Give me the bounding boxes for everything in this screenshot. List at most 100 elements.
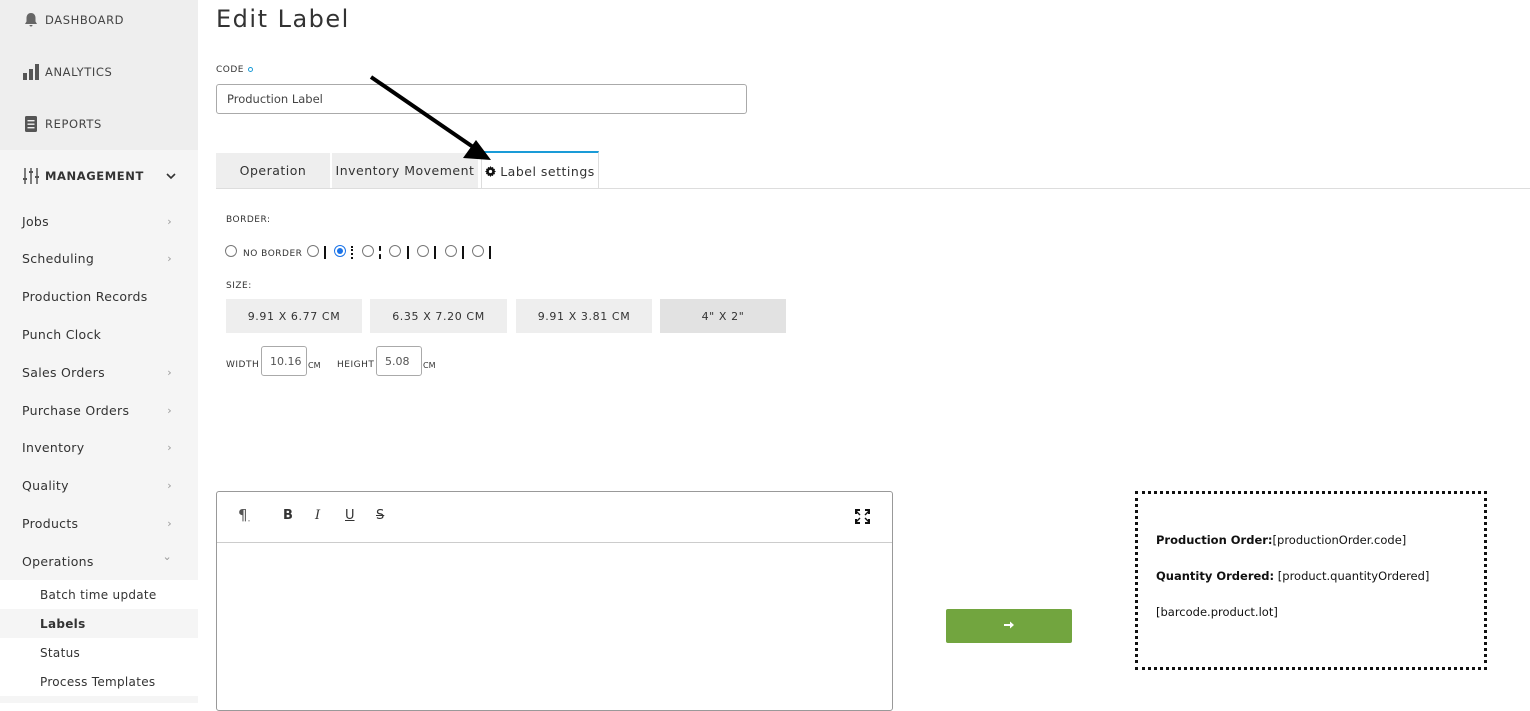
preview-line-value: [product.quantityOrdered] — [1274, 569, 1430, 583]
sidebar-item-label: Quality — [22, 477, 69, 493]
width-input[interactable] — [261, 346, 307, 376]
sidebar-item-analytics[interactable]: ANALYTICS — [0, 46, 198, 98]
sidebar-item-label: Products — [22, 515, 79, 531]
sidebar-item-label: Process Templates — [40, 674, 156, 689]
sidebar-item-label: Sales Orders — [22, 364, 105, 380]
sidebar-item-label: Labels — [40, 616, 86, 631]
border-thick-sample — [462, 246, 464, 259]
sidebar-item-label: ANALYTICS — [45, 65, 113, 79]
border-radio-none[interactable] — [225, 245, 237, 257]
sidebar-item-inventory[interactable]: Inventory › — [0, 428, 198, 466]
sidebar-subitem-batch-time-update[interactable]: Batch time update — [0, 580, 198, 609]
border-thin-sample — [407, 246, 409, 259]
chevron-right-icon: › — [167, 403, 172, 417]
sidebar-subitem-status[interactable]: Status — [0, 638, 198, 667]
sidebar-item-quality[interactable]: Quality › — [0, 466, 198, 504]
sidebar-subitem-labels[interactable]: Labels — [0, 609, 198, 638]
tab-divider — [216, 188, 1530, 189]
size-button-label: 6.35 X 7.20 CM — [392, 309, 485, 323]
sidebar-item-label: Punch Clock — [22, 326, 102, 342]
sidebar-item-label: Operations — [22, 553, 94, 569]
border-radio-thick[interactable] — [445, 245, 457, 257]
sidebar-item-label: DASHBOARD — [45, 13, 125, 27]
border-double-sample — [489, 246, 491, 259]
bar-chart-icon — [22, 63, 40, 81]
border-radio-double[interactable] — [472, 245, 484, 257]
paragraph-glyph: ¶ — [238, 506, 248, 524]
sidebar-item-label: Status — [40, 645, 81, 660]
label-preview: Production Order:[productionOrder.code] … — [1135, 491, 1487, 670]
sidebar-item-sales-orders[interactable]: Sales Orders › — [0, 353, 198, 391]
border-radio-solid[interactable] — [307, 245, 319, 257]
sidebar: DASHBOARD ANALYTICS REPORTS MANAGEMENT J… — [0, 0, 198, 703]
sidebar-item-scheduling[interactable]: Scheduling › — [0, 239, 198, 277]
strikethrough-icon[interactable]: S — [376, 508, 384, 523]
sidebar-item-punch-clock[interactable]: Punch Clock — [0, 315, 198, 353]
label-editor[interactable]: ¶˯ B I U S — [216, 491, 893, 711]
size-button-9.91x6.77[interactable]: 9.91 X 6.77 CM — [226, 299, 362, 333]
height-input[interactable] — [376, 346, 422, 376]
border-radio-medium[interactable] — [417, 245, 429, 257]
size-button-4x2[interactable]: 4" X 2" — [660, 299, 786, 333]
paragraph-icon[interactable]: ¶˯ — [238, 506, 251, 524]
chevron-right-icon: › — [167, 214, 172, 228]
editor-toolbar: ¶˯ B I U S — [217, 492, 892, 543]
size-button-label: 4" X 2" — [701, 309, 745, 323]
tab-label: Operation — [239, 163, 307, 178]
sidebar-item-purchase-orders[interactable]: Purchase Orders › — [0, 391, 198, 429]
chevron-down-icon: ⌄ — [162, 550, 172, 563]
sidebar-item-label: Inventory — [22, 439, 85, 455]
width-label: WIDTH — [226, 360, 260, 370]
chevron-right-icon: › — [167, 440, 172, 454]
border-dashed-sample — [379, 246, 381, 259]
sidebar-item-products[interactable]: Products › — [0, 504, 198, 542]
sidebar-item-production-records[interactable]: Production Records — [0, 277, 198, 315]
chevron-right-icon: › — [167, 478, 172, 492]
sidebar-item-dashboard[interactable]: DASHBOARD — [0, 0, 198, 46]
sidebar-item-label: Purchase Orders — [22, 402, 130, 418]
sidebar-item-reports[interactable]: REPORTS — [0, 98, 198, 150]
annotation-arrow-icon — [369, 75, 491, 160]
page-title: Edit Label — [216, 5, 350, 33]
border-radio-dotted[interactable] — [334, 245, 346, 257]
bold-icon[interactable]: B — [283, 508, 293, 523]
sidebar-item-label: MANAGEMENT — [45, 169, 144, 183]
chevron-right-icon: › — [167, 365, 172, 379]
italic-icon[interactable]: I — [315, 508, 320, 523]
arrow-right-icon — [1004, 619, 1014, 633]
height-unit: CM — [423, 361, 436, 370]
width-unit: CM — [308, 361, 321, 370]
border-dotted-sample — [351, 246, 353, 259]
sidebar-item-label: Production Records — [22, 288, 148, 304]
preview-line: Quantity Ordered: [product.quantityOrder… — [1156, 569, 1429, 583]
preview-line-key: Production Order: — [1156, 533, 1273, 547]
border-radio-dashed[interactable] — [362, 245, 374, 257]
preview-line-value: [productionOrder.code] — [1272, 533, 1407, 547]
sliders-icon — [22, 167, 40, 185]
border-medium-sample — [434, 246, 436, 259]
sidebar-item-label: Batch time update — [40, 587, 157, 602]
size-button-6.35x7.20[interactable]: 6.35 X 7.20 CM — [370, 299, 507, 333]
expand-icon[interactable] — [855, 509, 870, 528]
underline-icon[interactable]: U — [345, 508, 355, 523]
sidebar-item-management[interactable]: MANAGEMENT — [0, 150, 198, 202]
sidebar-item-label: REPORTS — [45, 117, 102, 131]
code-label-text: CODE — [216, 65, 244, 75]
sidebar-item-jobs[interactable]: Jobs › — [0, 202, 198, 240]
bell-icon — [22, 11, 40, 29]
sidebar-item-label: Scheduling — [22, 250, 95, 266]
height-label: HEIGHT — [337, 360, 375, 370]
size-button-label: 9.91 X 6.77 CM — [247, 309, 341, 323]
border-solid-sample — [324, 246, 326, 259]
apply-button[interactable] — [946, 609, 1072, 643]
size-button-9.91x3.81[interactable]: 9.91 X 3.81 CM — [516, 299, 652, 333]
chevron-right-icon: › — [167, 251, 172, 265]
chevron-down-icon — [166, 169, 176, 183]
border-radio-thin[interactable] — [389, 245, 401, 257]
required-indicator-icon — [248, 67, 253, 72]
sidebar-item-operations[interactable]: Operations ⌄ — [0, 542, 198, 580]
preview-line-value: [barcode.product.lot] — [1156, 605, 1278, 619]
preview-line: Production Order:[productionOrder.code] — [1156, 533, 1406, 547]
sidebar-subitem-process-templates[interactable]: Process Templates — [0, 667, 198, 696]
tab-operation[interactable]: Operation — [216, 153, 330, 188]
